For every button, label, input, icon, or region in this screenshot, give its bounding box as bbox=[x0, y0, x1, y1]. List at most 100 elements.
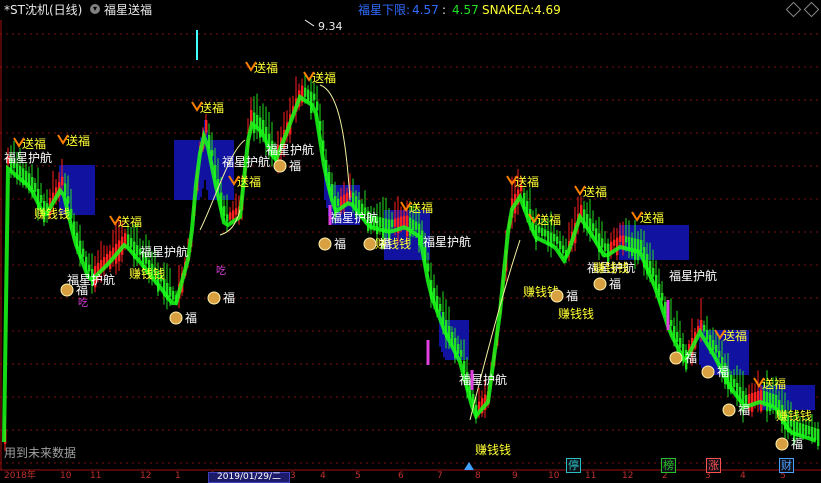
send-fortune-label: 送福 bbox=[237, 174, 261, 189]
candle-body bbox=[601, 238, 604, 248]
candle-body bbox=[229, 212, 232, 220]
indicator-name[interactable]: 福星送福 bbox=[104, 1, 152, 19]
x-axis-tick-label: 6 bbox=[398, 471, 404, 481]
candle-body bbox=[136, 245, 139, 256]
indicator-dropdown-icon[interactable]: ▾ bbox=[90, 4, 100, 14]
x-axis-tick-label: 12 bbox=[622, 471, 634, 481]
fortune-coin-icon bbox=[363, 237, 377, 251]
eat-label: 吃 bbox=[216, 264, 226, 277]
guardian-label: 福星护航 bbox=[67, 272, 115, 287]
fortune-label: 福 bbox=[223, 290, 235, 305]
send-fortune-label: 送福 bbox=[22, 136, 46, 151]
x-axis-tick-label: 4 bbox=[740, 471, 746, 481]
candle-body bbox=[232, 210, 235, 220]
candle-body bbox=[127, 234, 130, 246]
low-triangle-icon bbox=[464, 462, 474, 470]
fortune-coin-icon bbox=[318, 237, 332, 251]
candle-body bbox=[460, 350, 463, 357]
candle-body bbox=[61, 176, 64, 186]
guardian-label: 福星护航 bbox=[222, 154, 270, 169]
candle-body bbox=[763, 391, 766, 403]
earn-money-label: 赚钱钱 bbox=[475, 442, 511, 457]
candle-body bbox=[661, 293, 664, 301]
send-fortune-label: 送福 bbox=[515, 174, 539, 189]
candle-body bbox=[406, 215, 409, 237]
stock-title: *ST沈机(日线) bbox=[4, 3, 83, 17]
field1-label: 福星下限: bbox=[358, 3, 411, 17]
candle-body bbox=[205, 120, 208, 133]
price-chart-canvas[interactable]: 9.34送福送福送福送福送福送福送福送福送福送福送福送福送福送福福星护航 福星护航… bbox=[0, 0, 821, 479]
x-axis-tick-label: 10 bbox=[548, 471, 560, 481]
field2-value: 4.57 bbox=[452, 3, 479, 17]
candle-body bbox=[40, 195, 43, 203]
fortune-label: 福 bbox=[379, 236, 391, 251]
send-fortune-label: 送福 bbox=[583, 184, 607, 199]
send-fortune-label: 送福 bbox=[200, 100, 224, 115]
earn-money-label: 赚钱钱 bbox=[34, 206, 70, 221]
x-axis-tick-label: 2018年 bbox=[4, 471, 36, 481]
candle-body bbox=[619, 235, 622, 243]
x-axis-tick-label: 11 bbox=[585, 471, 597, 481]
candle-body bbox=[670, 320, 673, 327]
candle-body bbox=[34, 183, 37, 192]
send-fortune-label: 送福 bbox=[640, 210, 664, 225]
bottom-signal-tag: 财 bbox=[779, 458, 794, 473]
send-fortune-label: 送福 bbox=[409, 200, 433, 215]
bottom-signal-tag: 停 bbox=[566, 458, 581, 473]
candle-body bbox=[625, 236, 628, 243]
candle-body bbox=[379, 217, 382, 227]
candle-body bbox=[235, 208, 238, 215]
candle-body bbox=[562, 245, 565, 254]
send-fortune-label: 送福 bbox=[118, 214, 142, 229]
candle-body bbox=[130, 238, 133, 248]
candle-body bbox=[169, 287, 172, 297]
x-axis-tick-label: 5 bbox=[355, 471, 361, 481]
candle-body bbox=[19, 165, 22, 177]
candle-body bbox=[439, 304, 442, 312]
candle-body bbox=[304, 87, 307, 97]
fortune-label: 福 bbox=[334, 236, 346, 251]
x-axis-tick-label: 2 bbox=[662, 471, 668, 481]
fortune-label: 福 bbox=[717, 364, 729, 379]
candle-body bbox=[400, 216, 403, 228]
candle-body bbox=[388, 219, 391, 239]
guardian-label: 福星护航 bbox=[669, 268, 717, 283]
candle-body bbox=[703, 325, 706, 332]
x-axis-tick-label: 3 bbox=[705, 471, 711, 481]
candle-body bbox=[391, 219, 394, 228]
candle-body bbox=[817, 429, 820, 446]
x-axis-tick-label: 9 bbox=[512, 471, 518, 481]
field1-value: 4.57 bbox=[412, 3, 439, 17]
candle-body bbox=[556, 236, 559, 244]
fortune-label: 福 bbox=[738, 402, 750, 417]
guardian-label: 福星护航 bbox=[266, 142, 314, 157]
candle-body bbox=[811, 427, 814, 438]
candle-body bbox=[307, 89, 310, 101]
candle-body bbox=[226, 214, 229, 222]
candle-body bbox=[604, 243, 607, 251]
field2-label: : bbox=[442, 3, 447, 17]
candle-body bbox=[403, 215, 406, 227]
eat-label: 吃 bbox=[78, 296, 88, 309]
signal-curve bbox=[469, 239, 521, 421]
send-fortune-label: 送福 bbox=[723, 328, 747, 343]
x-axis-tick-label: 10 bbox=[60, 471, 72, 481]
fortune-coin-icon bbox=[722, 403, 736, 417]
fortune-label: 福 bbox=[185, 310, 197, 325]
send-fortune-label: 送福 bbox=[66, 133, 90, 148]
fortune-label: 福 bbox=[289, 158, 301, 173]
send-fortune-label: 送福 bbox=[254, 60, 278, 75]
candle-body bbox=[316, 101, 319, 111]
candle-body bbox=[805, 425, 808, 435]
fortune-coin-icon bbox=[273, 159, 287, 173]
candle-body bbox=[337, 198, 340, 207]
fortune-coin-icon bbox=[207, 291, 221, 305]
fortune-label: 福 bbox=[566, 288, 578, 303]
x-axis-tick-label: 7 bbox=[437, 471, 443, 481]
candle-body bbox=[88, 264, 91, 272]
candle-body bbox=[652, 268, 655, 277]
guardian-label: 福星护航 bbox=[330, 210, 378, 225]
candle-body bbox=[640, 240, 643, 251]
field3-label: SNAKEA: bbox=[482, 3, 535, 17]
candle-body bbox=[82, 248, 85, 257]
